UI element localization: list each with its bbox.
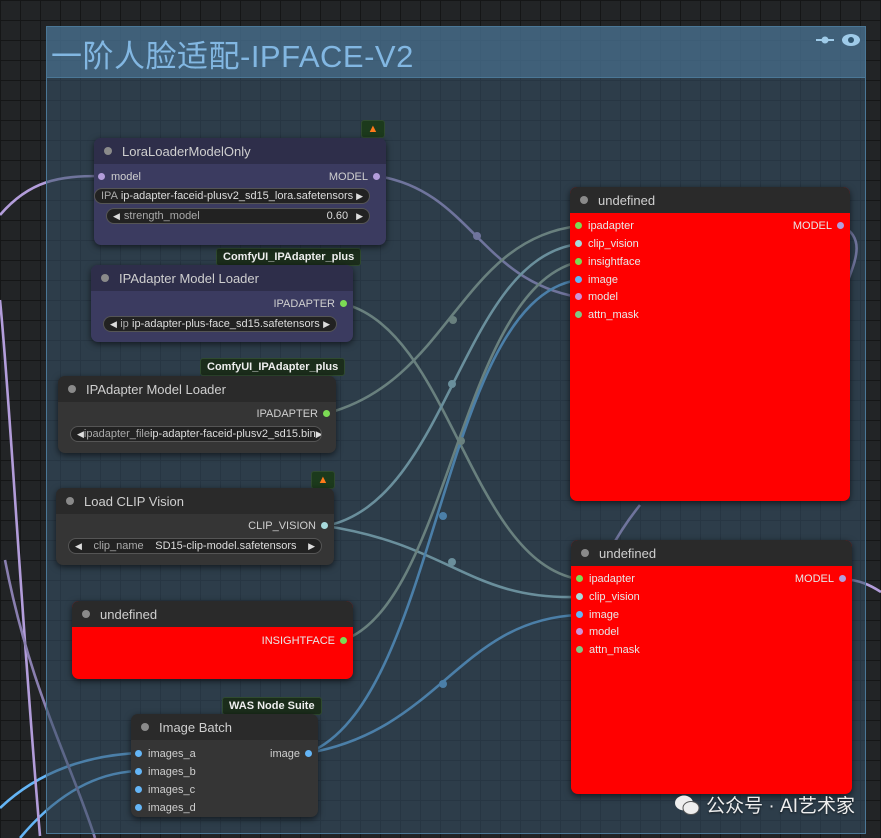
ipadapter-file-combo[interactable]: ◀ ip ip-adapter-plus-face_sd15.safetenso… <box>103 316 337 332</box>
eye-icon[interactable] <box>841 33 861 47</box>
arrow-left-icon: ◀ <box>75 540 82 551</box>
lora-name-combo[interactable]: IPA ip-adapter-faceid-plusv2_sd15_lora.s… <box>94 188 370 204</box>
node-title[interactable]: undefined <box>72 601 353 627</box>
input-images-b[interactable]: images_b <box>135 765 196 779</box>
watermark: 公众号 · AI艺术家 <box>674 791 855 818</box>
output-model[interactable]: MODEL <box>329 170 380 184</box>
input-clip-vision[interactable]: clip_vision <box>575 237 639 251</box>
node-ipadapter-apply-2[interactable]: undefined MODEL ipadapter clip_vision im… <box>571 540 852 794</box>
input-model[interactable]: model <box>575 290 618 304</box>
input-image[interactable]: image <box>576 608 619 622</box>
ipadapter-file-combo[interactable]: ◀ ipadapter_file ip-adapter-faceid-plusv… <box>70 426 322 442</box>
output-image[interactable]: image <box>270 747 312 761</box>
arrow-right-icon: ▶ <box>323 318 330 329</box>
collapse-dot-icon[interactable] <box>104 147 112 155</box>
node-title[interactable]: LoraLoaderModelOnly <box>94 138 386 164</box>
arrow-right-icon: ▶ <box>356 210 363 221</box>
output-insightface[interactable]: INSIGHTFACE <box>262 634 347 648</box>
collapse-dot-icon[interactable] <box>68 385 76 393</box>
output-model[interactable]: MODEL <box>795 572 846 586</box>
arrow-left-icon: ◀ <box>113 210 120 221</box>
link-icon[interactable] <box>815 34 835 46</box>
clip-name-combo[interactable]: ◀ clip_name SD15-clip-model.safetensors … <box>68 538 322 554</box>
collapse-dot-icon[interactable] <box>581 549 589 557</box>
collapse-dot-icon[interactable] <box>580 196 588 204</box>
arrow-left-icon: ◀ <box>77 428 84 439</box>
input-clip-vision[interactable]: clip_vision <box>576 590 640 604</box>
input-ipadapter[interactable]: ipadapter <box>576 572 635 586</box>
node-title[interactable]: undefined <box>571 540 852 566</box>
collapse-dot-icon[interactable] <box>66 497 74 505</box>
input-image[interactable]: image <box>575 273 618 287</box>
badge-ipadapter-plus: ComfyUI_IPAdapter_plus <box>200 358 346 376</box>
node-title[interactable]: undefined <box>570 187 850 213</box>
node-title[interactable]: Load CLIP Vision <box>56 488 334 514</box>
node-image-batch[interactable]: Image Batch image images_a images_b imag… <box>131 714 318 817</box>
arrow-right-icon: ▶ <box>356 190 363 201</box>
node-title[interactable]: IPAdapter Model Loader <box>58 376 336 402</box>
input-model[interactable]: model <box>576 625 619 639</box>
node-title[interactable]: IPAdapter Model Loader <box>91 265 353 291</box>
input-attn-mask[interactable]: attn_mask <box>575 308 639 322</box>
fox-badge-icon: ▲ <box>361 120 385 138</box>
node-load-clip-vision[interactable]: Load CLIP Vision CLIP_VISION ◀ clip_name… <box>56 488 334 565</box>
arrow-left-icon: ◀ <box>110 318 117 329</box>
group-controls <box>815 33 861 47</box>
node-lora-loader[interactable]: LoraLoaderModelOnly model MODEL IPA ip-a… <box>94 138 386 245</box>
fox-badge-icon: ▲ <box>311 471 335 489</box>
node-insightface-loader[interactable]: undefined INSIGHTFACE <box>72 601 353 679</box>
collapse-dot-icon[interactable] <box>141 723 149 731</box>
wire-left-long <box>0 299 42 837</box>
output-clip-vision[interactable]: CLIP_VISION <box>248 519 328 533</box>
group-title: 一阶人脸适配-IPFACE-V2 <box>51 39 414 74</box>
node-ipadapter-loader-2[interactable]: IPAdapter Model Loader IPADAPTER ◀ ipada… <box>58 376 336 453</box>
output-ipadapter[interactable]: IPADAPTER <box>256 407 330 421</box>
input-attn-mask[interactable]: attn_mask <box>576 643 640 657</box>
wechat-icon <box>675 795 700 815</box>
input-images-d[interactable]: images_d <box>135 801 196 815</box>
input-images-a[interactable]: images_a <box>135 747 196 761</box>
output-ipadapter[interactable]: IPADAPTER <box>273 297 347 311</box>
badge-was-node-suite: WAS Node Suite <box>222 697 322 715</box>
node-ipadapter-loader-1[interactable]: IPAdapter Model Loader IPADAPTER ◀ ip ip… <box>91 265 353 342</box>
collapse-dot-icon[interactable] <box>101 274 109 282</box>
collapse-dot-icon[interactable] <box>82 610 90 618</box>
arrow-right-icon: ▶ <box>308 540 315 551</box>
input-model[interactable]: model <box>98 170 141 184</box>
arrow-right-icon: ▶ <box>315 428 322 439</box>
output-model[interactable]: MODEL <box>793 219 844 233</box>
input-insightface[interactable]: insightface <box>575 255 641 269</box>
input-images-c[interactable]: images_c <box>135 783 195 797</box>
badge-ipadapter-plus: ComfyUI_IPAdapter_plus <box>216 248 362 266</box>
strength-model-slider[interactable]: ◀ strength_model 0.60 ▶ <box>106 208 370 224</box>
input-ipadapter[interactable]: ipadapter <box>575 219 634 233</box>
node-title[interactable]: Image Batch <box>131 714 318 740</box>
node-ipadapter-apply-1[interactable]: undefined MODEL ipadapter clip_vision in… <box>570 187 850 501</box>
